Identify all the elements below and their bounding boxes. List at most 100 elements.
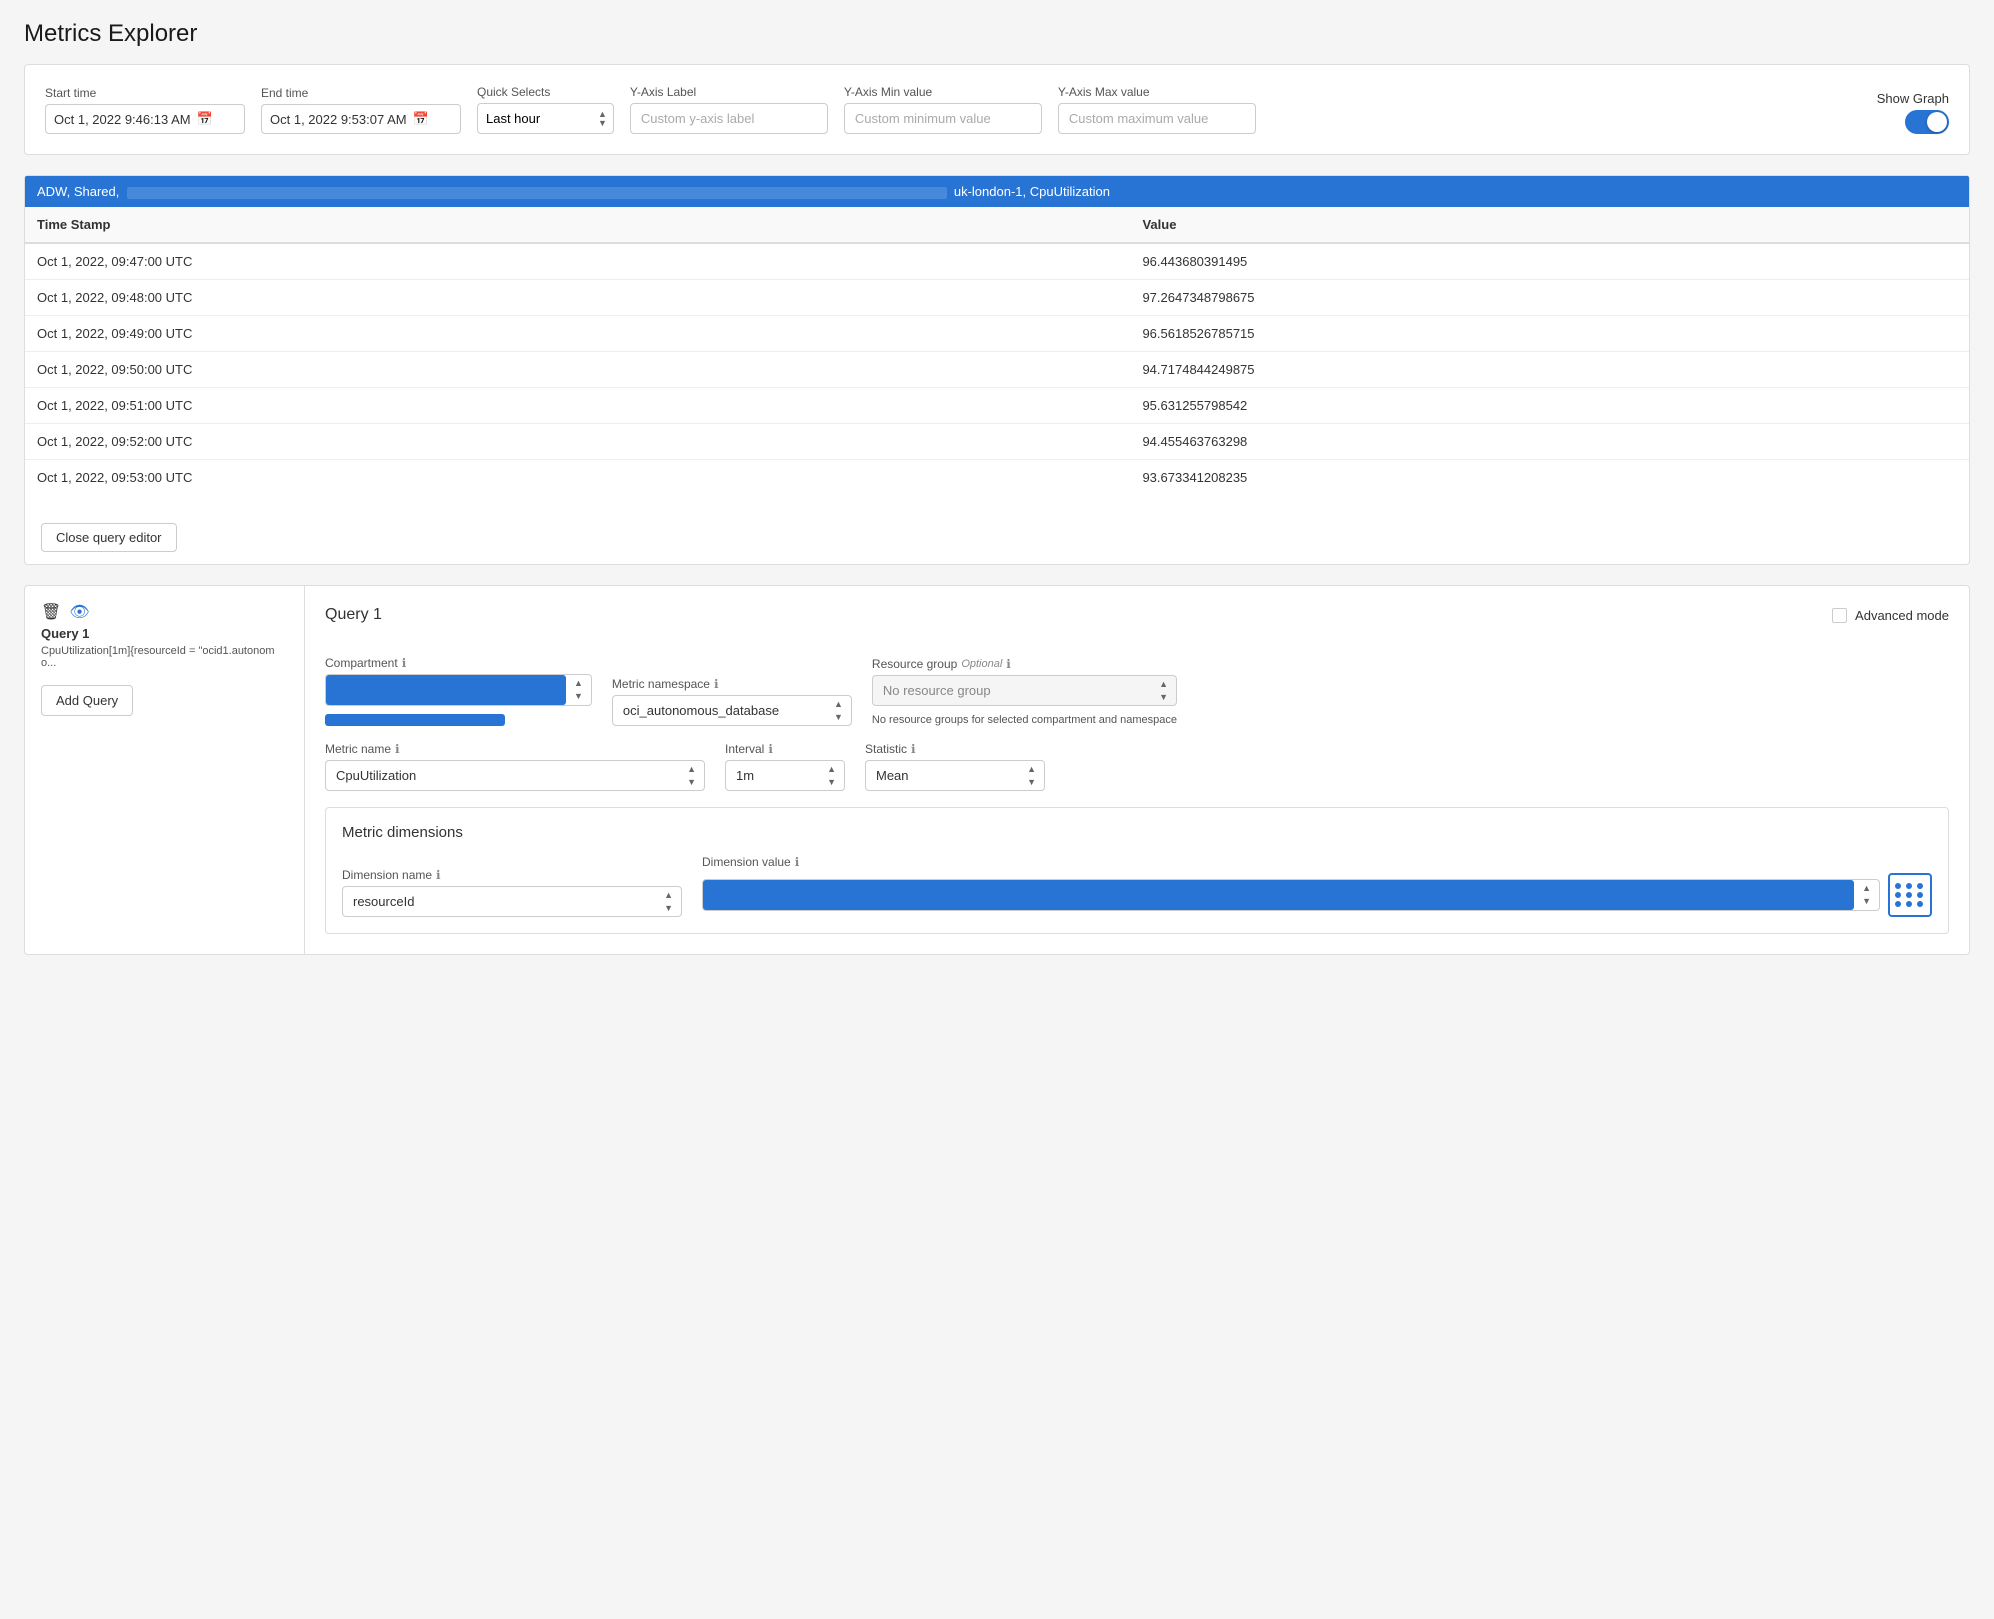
results-table: Time Stamp Value Oct 1, 2022, 09:47:00 U… — [25, 207, 1969, 495]
cell-timestamp: Oct 1, 2022, 09:51:00 UTC — [25, 388, 1130, 424]
yaxis-max-group: Y-Axis Max value — [1058, 85, 1256, 134]
cell-timestamp: Oct 1, 2022, 09:48:00 UTC — [25, 280, 1130, 316]
statistic-select-wrap[interactable]: Mean ▲▼ — [865, 760, 1045, 791]
statistic-label: Statistic ℹ — [865, 742, 1045, 756]
advanced-mode-row: Advanced mode — [1832, 608, 1949, 623]
yaxis-label-input[interactable] — [630, 103, 828, 134]
metric-namespace-group: Metric namespace ℹ oci_autonomous_databa… — [612, 677, 852, 726]
toggle-knob — [1927, 112, 1947, 132]
start-time-calendar-icon[interactable]: 📅 — [197, 111, 213, 127]
dim-name-group: Dimension name ℹ resourceId ▲▼ — [342, 868, 682, 917]
close-query-button[interactable]: Close query editor — [41, 523, 177, 552]
cell-value: 95.631255798542 — [1130, 388, 1969, 424]
metric-name-info-icon[interactable]: ℹ — [395, 742, 400, 756]
compartment-blue-bar — [326, 675, 566, 705]
result-region-text: uk-london-1, CpuUtilization — [950, 184, 1110, 199]
table-row: Oct 1, 2022, 09:52:00 UTC 94.45546376329… — [25, 424, 1969, 460]
end-time-value: Oct 1, 2022 9:53:07 AM — [270, 112, 407, 127]
quick-selects-select[interactable]: Last hour Last 6 hours Last 24 hours Cus… — [478, 104, 598, 133]
cell-timestamp: Oct 1, 2022, 09:50:00 UTC — [25, 352, 1130, 388]
metric-name-label: Metric name ℹ — [325, 742, 705, 756]
dot-6 — [1917, 892, 1923, 898]
cell-value: 97.2647348798675 — [1130, 280, 1969, 316]
interval-info-icon[interactable]: ℹ — [768, 742, 773, 756]
metric-namespace-arrows: ▲▼ — [826, 698, 851, 723]
cell-timestamp: Oct 1, 2022, 09:53:00 UTC — [25, 460, 1130, 496]
dot-3 — [1917, 883, 1923, 889]
form-row-1: Compartment ℹ ▲▼ — [325, 656, 1949, 726]
dimension-row: Dimension name ℹ resourceId ▲▼ Dimen — [342, 855, 1932, 917]
dim-name-label: Dimension name ℹ — [342, 868, 682, 882]
dim-name-select-wrap[interactable]: resourceId ▲▼ — [342, 886, 682, 917]
more-dots-grid — [1895, 883, 1925, 907]
metric-name-value: CpuUtilization — [326, 761, 679, 790]
results-card: ADW, Shared, uk-london-1, CpuUtilization… — [24, 175, 1970, 565]
add-query-button[interactable]: Add Query — [41, 685, 133, 716]
metric-namespace-label: Metric namespace ℹ — [612, 677, 852, 691]
advanced-mode-checkbox[interactable] — [1832, 608, 1847, 623]
filter-row: Start time Oct 1, 2022 9:46:13 AM 📅 End … — [45, 85, 1949, 134]
page-title: Metrics Explorer — [24, 20, 1970, 48]
query-left-title: Query 1 — [41, 626, 288, 641]
resource-group-note: No resource groups for selected compartm… — [872, 714, 1177, 726]
dim-value-info-icon[interactable]: ℹ — [795, 855, 800, 869]
statistic-arrows: ▲▼ — [1019, 763, 1044, 788]
metric-name-select-wrap[interactable]: CpuUtilization ▲▼ — [325, 760, 705, 791]
end-time-label: End time — [261, 86, 461, 100]
dot-9 — [1917, 901, 1923, 907]
interval-select-wrap[interactable]: 1m ▲▼ — [725, 760, 845, 791]
dim-name-info-icon[interactable]: ℹ — [436, 868, 441, 882]
cell-value: 94.455463763298 — [1130, 424, 1969, 460]
query-right-title: Query 1 — [325, 606, 382, 624]
interval-value: 1m — [726, 761, 819, 790]
quick-selects-select-wrap: Last hour Last 6 hours Last 24 hours Cus… — [477, 103, 614, 134]
start-time-label: Start time — [45, 86, 245, 100]
metric-name-arrows: ▲▼ — [679, 763, 704, 788]
cell-value: 96.443680391495 — [1130, 243, 1969, 280]
compartment-info-icon[interactable]: ℹ — [402, 656, 407, 670]
compartment-blue-bar-secondary — [325, 714, 505, 726]
yaxis-min-input[interactable] — [844, 103, 1042, 134]
dot-4 — [1895, 892, 1901, 898]
delete-query-icon[interactable]: 🗑 — [41, 602, 61, 622]
resource-group-label: Resource group Optional ℹ — [872, 657, 1177, 671]
result-bar-fill — [127, 187, 947, 199]
statistic-info-icon[interactable]: ℹ — [911, 742, 916, 756]
compartment-label: Compartment ℹ — [325, 656, 592, 670]
compartment-select-wrap[interactable]: ▲▼ — [325, 674, 592, 706]
resource-group-info-icon[interactable]: ℹ — [1006, 657, 1011, 671]
show-graph-label: Show Graph — [1877, 91, 1949, 106]
result-header-bar: ADW, Shared, uk-london-1, CpuUtilization — [25, 176, 1969, 207]
quick-selects-label: Quick Selects — [477, 85, 614, 99]
dot-1 — [1895, 883, 1901, 889]
yaxis-min-group: Y-Axis Min value — [844, 85, 1042, 134]
query-left-subtitle: CpuUtilization[1m]{resourceId = "ocid1.a… — [41, 645, 288, 669]
compartment-group: Compartment ℹ ▲▼ — [325, 656, 592, 726]
end-time-input[interactable]: Oct 1, 2022 9:53:07 AM 📅 — [261, 104, 461, 134]
resource-group-optional: Optional — [961, 658, 1002, 670]
metric-namespace-info-icon[interactable]: ℹ — [714, 677, 719, 691]
visibility-query-icon[interactable]: 👁 — [69, 602, 89, 622]
more-options-button[interactable] — [1888, 873, 1932, 917]
dim-value-select-wrap[interactable]: ▲▼ — [702, 879, 1880, 911]
end-time-calendar-icon[interactable]: 📅 — [413, 111, 429, 127]
statistic-group: Statistic ℹ Mean ▲▼ — [865, 742, 1045, 791]
interval-label: Interval ℹ — [725, 742, 845, 756]
compartment-arrows: ▲▼ — [566, 677, 591, 702]
resource-group-value: No resource group — [873, 676, 1151, 705]
dot-8 — [1906, 901, 1912, 907]
table-header-row: Time Stamp Value — [25, 207, 1969, 243]
resource-group-select-wrap[interactable]: No resource group ▲▼ — [872, 675, 1177, 706]
cell-value: 93.673341208235 — [1130, 460, 1969, 496]
dim-value-label: Dimension value ℹ — [702, 855, 1932, 869]
controls-card: Start time Oct 1, 2022 9:46:13 AM 📅 End … — [24, 64, 1970, 155]
query-panel-right: Query 1 Advanced mode Compartment ℹ — [305, 586, 1969, 954]
yaxis-max-input[interactable] — [1058, 103, 1256, 134]
metric-namespace-select-wrap[interactable]: oci_autonomous_database ▲▼ — [612, 695, 852, 726]
query-icons-row: 🗑 👁 — [41, 602, 288, 622]
query-panel-body: 🗑 👁 Query 1 CpuUtilization[1m]{resourceI… — [25, 586, 1969, 954]
col-timestamp: Time Stamp — [25, 207, 1130, 243]
start-time-input[interactable]: Oct 1, 2022 9:46:13 AM 📅 — [45, 104, 245, 134]
show-graph-toggle[interactable] — [1905, 110, 1949, 134]
show-graph-group: Show Graph — [1877, 91, 1949, 134]
